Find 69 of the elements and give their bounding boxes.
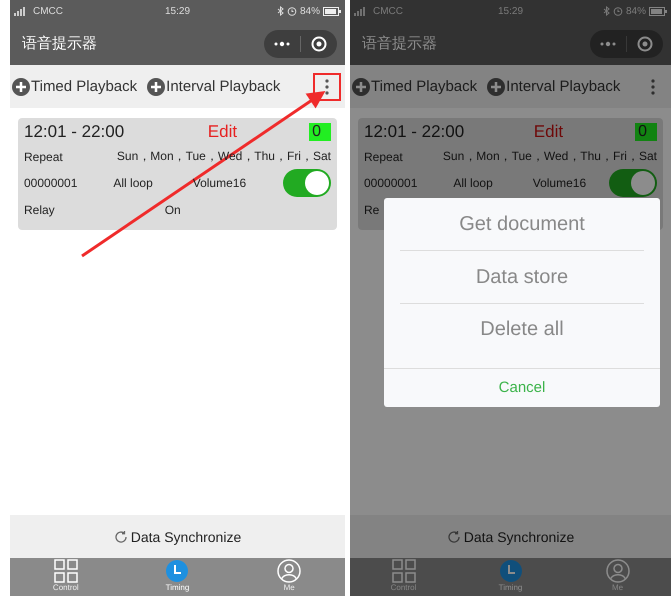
person-icon xyxy=(277,559,302,583)
menu-item[interactable]: Delete all xyxy=(400,304,644,368)
capsule-menu[interactable] xyxy=(590,30,663,58)
more-icon[interactable] xyxy=(600,40,616,46)
app-title: 语音提示器 xyxy=(362,34,437,53)
edit-link[interactable]: Edit xyxy=(208,122,238,142)
relay-label: Relay xyxy=(24,202,55,216)
relay-label: Re xyxy=(364,202,380,216)
more-button[interactable] xyxy=(313,72,341,100)
sync-button[interactable]: Data Synchronize xyxy=(440,528,580,546)
more-icon[interactable] xyxy=(274,40,290,46)
alarm-icon xyxy=(612,6,623,16)
menu-item[interactable]: Data store xyxy=(400,251,644,304)
status-time: 15:29 xyxy=(498,6,524,16)
battery-icon xyxy=(649,6,667,16)
plus-icon xyxy=(352,78,370,96)
sync-button[interactable]: Data Synchronize xyxy=(108,528,248,546)
add-button[interactable]: Interval Playback xyxy=(147,78,280,96)
alarm-icon xyxy=(286,6,297,16)
add-button[interactable]: Timed Playback xyxy=(352,78,478,96)
volume-text: Volume16 xyxy=(192,176,246,190)
nav-tab[interactable]: Timing xyxy=(480,558,540,596)
close-icon[interactable] xyxy=(311,36,327,52)
person-icon xyxy=(606,559,630,583)
nav-tab[interactable]: Timing xyxy=(147,558,208,596)
battery-text: 84% xyxy=(300,6,320,16)
relay-state: On xyxy=(164,202,181,216)
toggle-switch[interactable] xyxy=(283,169,331,197)
cancel-button[interactable]: Cancel xyxy=(384,368,660,407)
nav-tab[interactable]: Control xyxy=(36,558,96,596)
vertical-dots-icon[interactable] xyxy=(651,78,655,94)
repeat-days: Sun，Mon，Tue，Wed，Thu，Fri，Sat xyxy=(442,148,657,165)
carrier-text: CMCC xyxy=(33,6,63,16)
schedule-code: 00000001 xyxy=(24,176,78,190)
schedule-code: 00000001 xyxy=(364,176,418,190)
clock-icon xyxy=(165,559,190,583)
status-time: 15:29 xyxy=(164,6,190,16)
vertical-dots-icon[interactable] xyxy=(325,78,329,94)
volume-text: Volume16 xyxy=(532,176,586,190)
app-title: 语音提示器 xyxy=(22,34,97,53)
refresh-icon xyxy=(446,530,461,544)
plus-icon xyxy=(147,78,166,96)
clock-icon xyxy=(498,559,522,583)
bluetooth-icon xyxy=(276,6,284,16)
repeat-label: Repeat xyxy=(24,150,63,164)
count-badge: 0 xyxy=(635,123,657,141)
battery-text: 84% xyxy=(626,6,646,16)
toggle-switch[interactable] xyxy=(609,169,657,197)
add-button[interactable]: Interval Playback xyxy=(487,78,620,96)
edit-link[interactable]: Edit xyxy=(534,122,564,142)
bluetooth-icon xyxy=(602,6,610,16)
add-button[interactable]: Timed Playback xyxy=(12,78,138,96)
refresh-icon xyxy=(114,530,128,544)
plus-icon xyxy=(12,78,30,96)
time-range: 12:01 - 22:00 xyxy=(364,122,464,142)
capsule-menu[interactable] xyxy=(264,30,337,58)
battery-icon xyxy=(323,6,341,16)
count-badge: 0 xyxy=(309,123,331,141)
repeat-label: Repeat xyxy=(364,150,403,164)
loop-mode: All loop xyxy=(113,176,153,190)
time-range: 12:01 - 22:00 xyxy=(24,122,124,142)
grid-icon xyxy=(392,559,416,583)
loop-mode: All loop xyxy=(453,176,493,190)
plus-icon xyxy=(487,78,506,96)
nav-tab[interactable]: Me xyxy=(259,558,320,596)
menu-item[interactable]: Get document xyxy=(400,198,644,251)
close-icon[interactable] xyxy=(637,36,653,52)
grid-icon xyxy=(54,559,78,583)
carrier-text: CMCC xyxy=(373,6,403,16)
